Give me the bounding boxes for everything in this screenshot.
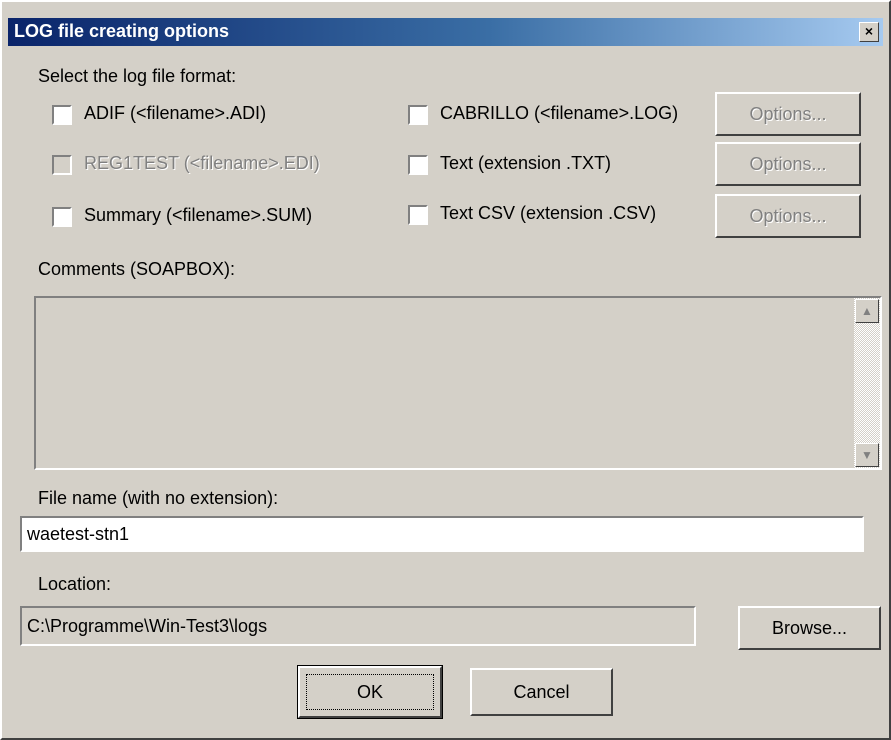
filename-input[interactable]: waetest-stn1 bbox=[20, 516, 864, 552]
filename-label: File name (with no extension): bbox=[38, 488, 279, 508]
ok-button[interactable]: OK bbox=[297, 665, 443, 719]
adif-label: ADIF (<filename>.ADI) bbox=[84, 103, 267, 123]
cabrillo-options-button: Options... bbox=[715, 92, 861, 136]
reg1test-label: REG1TEST (<filename>.EDI) bbox=[84, 153, 320, 173]
summary-label: Summary (<filename>.SUM) bbox=[84, 205, 313, 225]
window-title: LOG file creating options bbox=[14, 21, 230, 41]
summary-checkbox[interactable] bbox=[52, 207, 72, 227]
cancel-button[interactable]: Cancel bbox=[470, 668, 613, 716]
location-label: Location: bbox=[38, 574, 112, 594]
focus-rectangle bbox=[306, 674, 434, 710]
location-field: C:\Programme\Win-Test3\logs bbox=[20, 606, 696, 646]
browse-button-label: Browse... bbox=[771, 618, 848, 638]
text-txt-options-button: Options... bbox=[715, 142, 861, 186]
cabrillo-checkbox[interactable] bbox=[408, 105, 428, 125]
scroll-up-arrow-icon[interactable]: ▲ bbox=[855, 299, 879, 323]
log-options-dialog: LOG file creating options × Select the l… bbox=[0, 0, 891, 740]
scroll-down-arrow-icon[interactable]: ▼ bbox=[855, 443, 879, 467]
browse-button[interactable]: Browse... bbox=[738, 606, 881, 650]
text-csv-checkbox[interactable] bbox=[408, 205, 428, 225]
options-button-label: Options... bbox=[749, 154, 827, 174]
filename-value: waetest-stn1 bbox=[27, 524, 130, 544]
comments-textarea[interactable]: ▲ ▼ bbox=[34, 296, 882, 470]
text-txt-label: Text (extension .TXT) bbox=[440, 153, 612, 173]
adif-checkbox[interactable] bbox=[52, 105, 72, 125]
text-csv-label: Text CSV (extension .CSV) bbox=[440, 203, 657, 223]
options-button-label: Options... bbox=[749, 104, 827, 124]
text-txt-checkbox[interactable] bbox=[408, 155, 428, 175]
comments-label: Comments (SOAPBOX): bbox=[38, 259, 236, 279]
text-csv-options-button: Options... bbox=[715, 194, 861, 238]
title-bar[interactable]: LOG file creating options × bbox=[8, 18, 883, 46]
close-icon[interactable]: × bbox=[859, 22, 879, 42]
comments-scrollbar[interactable]: ▲ ▼ bbox=[854, 298, 880, 468]
options-button-label: Options... bbox=[749, 206, 827, 226]
cabrillo-label: CABRILLO (<filename>.LOG) bbox=[440, 103, 679, 123]
cancel-button-label: Cancel bbox=[513, 682, 570, 702]
reg1test-checkbox bbox=[52, 155, 72, 175]
format-heading: Select the log file format: bbox=[38, 66, 237, 86]
location-value: C:\Programme\Win-Test3\logs bbox=[27, 616, 268, 636]
